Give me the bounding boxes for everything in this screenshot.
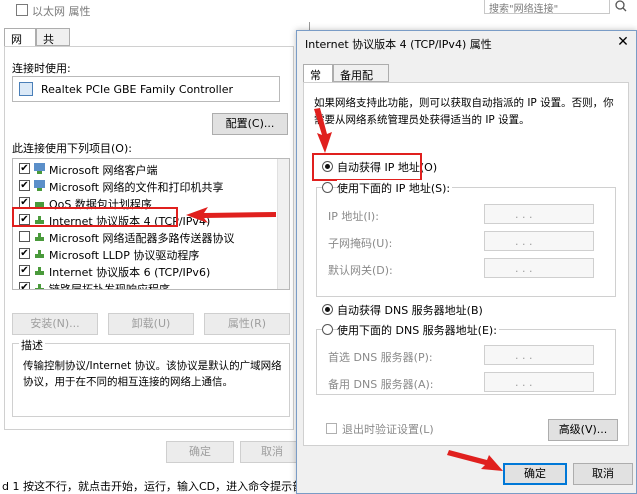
file-sharing-icon	[34, 180, 45, 191]
ip-dots: . . .	[515, 349, 533, 362]
item-checkbox[interactable]: ✔	[19, 282, 30, 289]
list-item[interactable]: ✔ Internet 协议版本 6 (TCP/IPv6)	[17, 263, 279, 279]
uninstall-button[interactable]: 卸载(U)	[108, 313, 194, 335]
tab-sharing[interactable]: 共享	[36, 28, 70, 62]
red-arrow-left	[186, 207, 276, 223]
connect-using-label: 连接时使用:	[12, 62, 71, 75]
auto-dns-radio[interactable]	[322, 304, 333, 315]
gateway-field[interactable]: . . .	[484, 258, 594, 278]
ip-address-field[interactable]: . . .	[484, 204, 594, 224]
item-label: Microsoft 网络客户端	[49, 164, 158, 177]
install-button[interactable]: 安装(N)...	[12, 313, 98, 335]
manual-ip-label: 使用下面的 IP 地址(S):	[337, 180, 453, 196]
ip-dots: . . .	[515, 262, 533, 275]
advanced-button[interactable]: 高级(V)...	[548, 419, 618, 441]
manual-dns-radio[interactable]	[322, 324, 333, 335]
highlight-auto-ip	[312, 153, 422, 181]
item-checkbox[interactable]	[19, 231, 30, 242]
ipv4-general-panel: 如果网络支持此功能，则可以获取自动指派的 IP 设置。否则，你需要从网络系统管理…	[303, 82, 629, 446]
validate-label: 退出时验证设置(L)	[342, 423, 434, 436]
item-label: Microsoft 网络适配器多路传送器协议	[49, 232, 235, 245]
item-label: Microsoft 网络的文件和打印机共享	[49, 181, 224, 194]
close-icon[interactable]: ✕	[614, 33, 632, 51]
alternate-dns-field[interactable]: . . .	[484, 372, 594, 392]
configure-button[interactable]: 配置(C)...	[212, 113, 288, 135]
ip-address-label: IP 地址(I):	[328, 210, 379, 223]
adapter-box: Realtek PCIe GBE Family Controller	[12, 76, 280, 102]
item-checkbox[interactable]: ✔	[19, 180, 30, 191]
properties-button[interactable]: 属性(R)	[204, 313, 290, 335]
protocol-icon	[35, 284, 44, 289]
item-checkbox[interactable]: ✔	[19, 248, 30, 259]
alternate-dns-label: 备用 DNS 服务器(A):	[328, 378, 434, 391]
items-label: 此连接使用下列项目(O):	[12, 142, 132, 155]
network-client-icon	[34, 163, 45, 174]
manual-ip-radio[interactable]	[322, 182, 333, 193]
red-arrow-down	[314, 108, 332, 153]
items-scrollbar[interactable]	[277, 159, 289, 289]
protocol-icon	[35, 267, 44, 275]
description-text: 传输控制协议/Internet 协议。该协议是默认的广域网络协议，用于在不同的相…	[23, 360, 282, 388]
protocol-icon	[35, 250, 44, 258]
description-group: 描述 传输控制协议/Internet 协议。该协议是默认的广域网络协议，用于在不…	[12, 337, 290, 417]
tab-general[interactable]: 常规	[303, 64, 333, 98]
ok-button[interactable]: 确定	[503, 463, 567, 485]
auto-dns-label: 自动获得 DNS 服务器地址(B)	[337, 304, 483, 317]
adapter-name: Realtek PCIe GBE Family Controller	[41, 83, 234, 96]
tab-alternate-config[interactable]: 备用配置	[333, 64, 389, 98]
item-label: 链路层拓扑发现响应程序	[49, 283, 170, 290]
list-item[interactable]: ✔ Microsoft 网络客户端	[17, 161, 279, 177]
search-input[interactable]: 搜索"网络连接"	[484, 0, 610, 15]
network-card-icon	[19, 82, 33, 96]
item-label: Internet 协议版本 6 (TCP/IPv6)	[49, 266, 211, 279]
preferred-dns-label: 首选 DNS 服务器(P):	[328, 351, 433, 364]
item-label: Microsoft LLDP 协议驱动程序	[49, 249, 200, 262]
item-checkbox[interactable]: ✔	[19, 265, 30, 276]
validate-checkbox[interactable]	[326, 423, 337, 434]
manual-dns-label: 使用下面的 DNS 服务器地址(E):	[337, 322, 499, 338]
search-placeholder: 搜索"网络连接"	[489, 4, 559, 15]
list-item[interactable]: ✔ 链路层拓扑发现响应程序	[17, 280, 279, 290]
tab-network[interactable]: 网络	[4, 28, 36, 62]
ipv4-dialog-title: Internet 协议版本 4 (TCP/IPv4) 属性	[305, 38, 492, 51]
bg-cancel-button[interactable]: 取消	[240, 441, 304, 463]
list-item[interactable]: Microsoft 网络适配器多路传送器协议	[17, 229, 279, 245]
ethernet-properties-dialog: 以太网 属性 网络 共享 连接时使用: Realtek PCIe GBE Fam…	[0, 0, 310, 478]
cancel-button[interactable]: 取消	[573, 463, 633, 485]
list-item[interactable]: ✔ Microsoft LLDP 协议驱动程序	[17, 246, 279, 262]
protocol-icon	[35, 233, 44, 241]
ip-dots: . . .	[515, 376, 533, 389]
search-icon[interactable]	[614, 0, 628, 12]
item-checkbox[interactable]: ✔	[19, 163, 30, 174]
network-adapter-icon	[16, 4, 28, 16]
red-arrow-to-ok	[447, 450, 503, 471]
subnet-mask-field[interactable]: . . .	[484, 231, 594, 251]
subnet-mask-label: 子网掩码(U):	[328, 237, 393, 250]
gateway-label: 默认网关(D):	[328, 264, 393, 277]
ethernet-properties-title: 以太网 属性	[32, 5, 91, 18]
bg-ok-button[interactable]: 确定	[166, 441, 234, 463]
preferred-dns-field[interactable]: . . .	[484, 345, 594, 365]
description-title: 描述	[19, 337, 45, 353]
intro-text: 如果网络支持此功能，则可以获取自动指派的 IP 设置。否则，你需要从网络系统管理…	[314, 97, 614, 126]
ip-dots: . . .	[515, 208, 533, 221]
highlight-ipv4-item	[12, 207, 178, 227]
ipv4-properties-dialog: Internet 协议版本 4 (TCP/IPv4) 属性 ✕ 常规 备用配置 …	[296, 30, 637, 494]
list-item[interactable]: ✔ Microsoft 网络的文件和打印机共享	[17, 178, 279, 194]
ip-dots: . . .	[515, 235, 533, 248]
ethernet-properties-titlebar: 以太网 属性	[0, 0, 310, 22]
